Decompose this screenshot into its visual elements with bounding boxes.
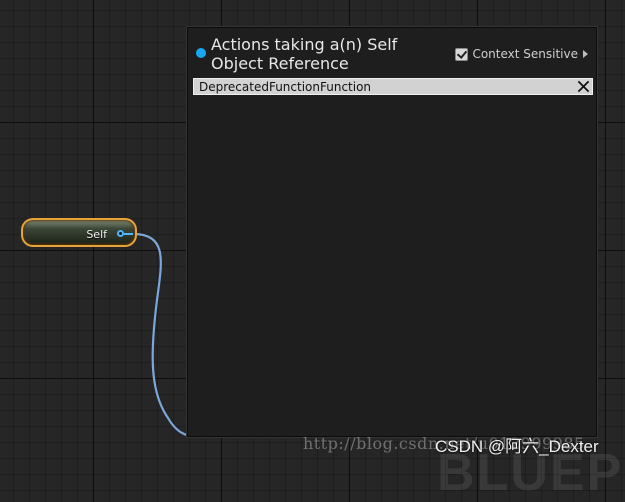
action-menu-header: Actions taking a(n) Self Object Referenc… [188, 28, 596, 78]
output-pin-icon[interactable] [117, 230, 124, 237]
self-node-label: Self [86, 228, 107, 241]
checkbox-checked-icon[interactable] [455, 47, 469, 61]
blue-dot-icon [196, 48, 206, 58]
watermark-label: CSDN @阿六_Dexter [435, 437, 599, 456]
close-icon[interactable] [577, 80, 590, 93]
search-input[interactable] [199, 80, 569, 94]
self-node[interactable]: Self [21, 218, 137, 247]
output-pin-tail [124, 233, 133, 235]
search-field[interactable] [193, 78, 593, 95]
context-sensitive-toggle[interactable]: Context Sensitive [455, 46, 588, 62]
action-menu: Actions taking a(n) Self Object Referenc… [187, 27, 597, 437]
action-menu-title: Actions taking a(n) Self Object Referenc… [211, 35, 398, 73]
chevron-right-icon[interactable] [583, 50, 588, 58]
context-sensitive-label: Context Sensitive [472, 47, 578, 61]
